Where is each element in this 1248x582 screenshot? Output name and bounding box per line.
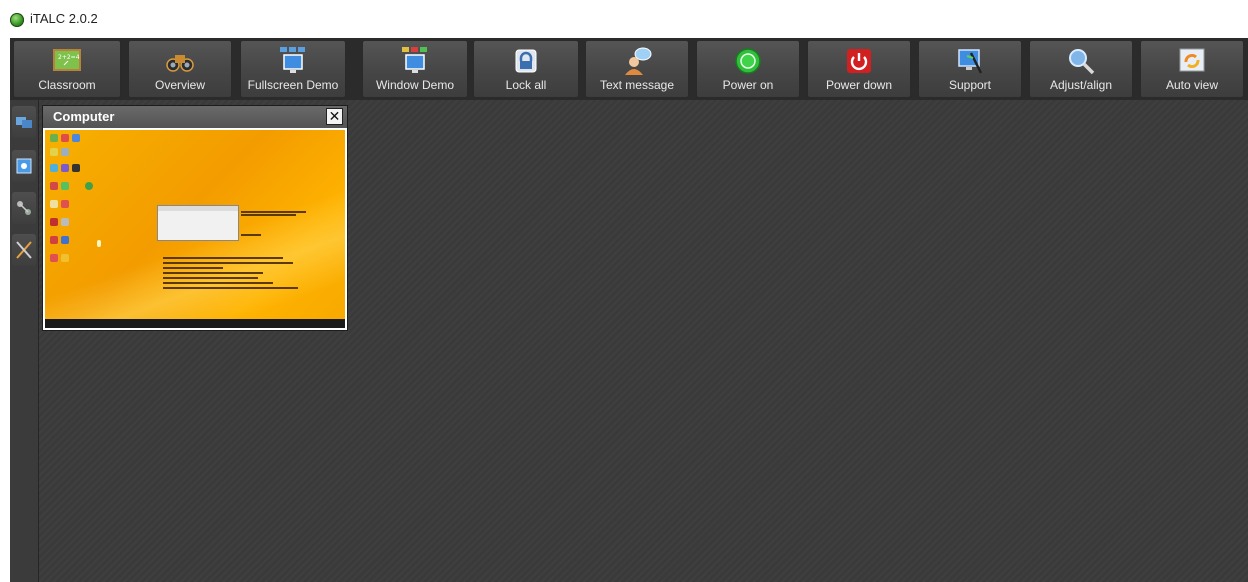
desktop-icon <box>50 236 58 244</box>
adjust-align-label: Adjust/align <box>1049 78 1113 92</box>
auto-view-button[interactable]: Auto view <box>1140 40 1244 98</box>
fullscreen-demo-icon <box>280 47 305 73</box>
power-on-label: Power on <box>722 78 774 92</box>
side-computers-button[interactable] <box>12 106 36 138</box>
desktop-icon <box>72 164 80 172</box>
desktop-icon <box>50 200 58 208</box>
snapshots-icon <box>16 158 32 174</box>
lock-all-label: Lock all <box>505 78 547 92</box>
power-down-icon <box>847 49 871 73</box>
desktop-icon <box>61 134 69 142</box>
overview-button[interactable]: Overview <box>128 40 232 98</box>
classroom-label: Classroom <box>38 78 96 92</box>
remote-desktop-text <box>241 210 311 220</box>
desktop-icon <box>50 148 58 156</box>
desktop-icon <box>85 182 93 190</box>
lock-icon <box>515 49 537 73</box>
desktop-icon <box>61 148 69 156</box>
power-on-button[interactable]: Power on <box>696 40 800 98</box>
auto-view-label: Auto view <box>1165 78 1219 92</box>
remote-desktop-text <box>163 254 303 314</box>
power-down-label: Power down <box>825 78 893 92</box>
overview-label: Overview <box>154 78 205 92</box>
svg-text:2+2=4: 2+2=4 <box>58 54 80 61</box>
window-title: iTALC 2.0.2 <box>30 11 98 26</box>
desktop-icon <box>50 218 58 226</box>
remote-dialog-window <box>157 205 239 241</box>
power-down-button[interactable]: Power down <box>807 40 911 98</box>
side-tools-button[interactable] <box>12 234 36 266</box>
computer-screen-thumbnail[interactable] <box>45 130 345 328</box>
window-demo-button[interactable]: Window Demo <box>362 40 468 98</box>
support-label: Support <box>948 78 992 92</box>
classroom-button[interactable]: 2+2=4 Classroom <box>13 40 121 98</box>
desktop-icon <box>50 164 58 172</box>
computers-icon <box>16 117 32 128</box>
desktop-icon <box>97 240 101 247</box>
text-message-button[interactable]: Text message <box>585 40 689 98</box>
lock-all-button[interactable]: Lock all <box>473 40 579 98</box>
desktop-icon <box>50 134 58 142</box>
close-icon[interactable]: ✕ <box>326 108 343 125</box>
computer-panel-title: Computer <box>53 109 115 124</box>
desktop-icon <box>61 218 69 226</box>
window-demo-icon <box>402 47 427 73</box>
auto-view-icon <box>1179 48 1205 72</box>
desktop-icon <box>72 134 80 142</box>
main-toolbar: 2+2=4 Classroom Overview Fullscreen Demo <box>10 38 1248 100</box>
remote-taskbar <box>45 319 345 328</box>
fullscreen-demo-label: Fullscreen Demo <box>247 78 339 92</box>
support-button[interactable]: Support <box>918 40 1022 98</box>
desktop-icon <box>61 182 69 190</box>
desktop-icon <box>61 200 69 208</box>
desktop-icon <box>61 236 69 244</box>
network-icon <box>17 201 31 215</box>
desktop-icon <box>50 254 58 262</box>
desktop-icon <box>61 254 69 262</box>
support-icon <box>958 49 983 74</box>
desktop-icon <box>50 182 58 190</box>
title-bar: iTALC 2.0.2 <box>0 0 1248 38</box>
side-network-button[interactable] <box>12 192 36 224</box>
power-on-icon <box>735 48 761 74</box>
computer-panel-header: Computer ✕ <box>43 106 347 128</box>
text-message-icon <box>625 47 652 75</box>
chalkboard-icon: 2+2=4 <box>53 49 81 71</box>
computer-panel[interactable]: Computer ✕ <box>42 105 348 331</box>
workspace: Computer ✕ <box>39 100 1248 582</box>
side-panel-bar <box>10 100 39 582</box>
window-demo-label: Window Demo <box>375 78 455 92</box>
tools-icon <box>16 241 32 259</box>
adjust-align-button[interactable]: Adjust/align <box>1029 40 1133 98</box>
desktop-icon <box>61 164 69 172</box>
binoculars-icon <box>166 55 194 72</box>
magnifier-icon <box>1069 49 1095 75</box>
text-message-label: Text message <box>599 78 675 92</box>
side-snapshots-button[interactable] <box>12 150 36 182</box>
italc-app-icon <box>10 13 24 27</box>
fullscreen-demo-button[interactable]: Fullscreen Demo <box>240 40 346 98</box>
